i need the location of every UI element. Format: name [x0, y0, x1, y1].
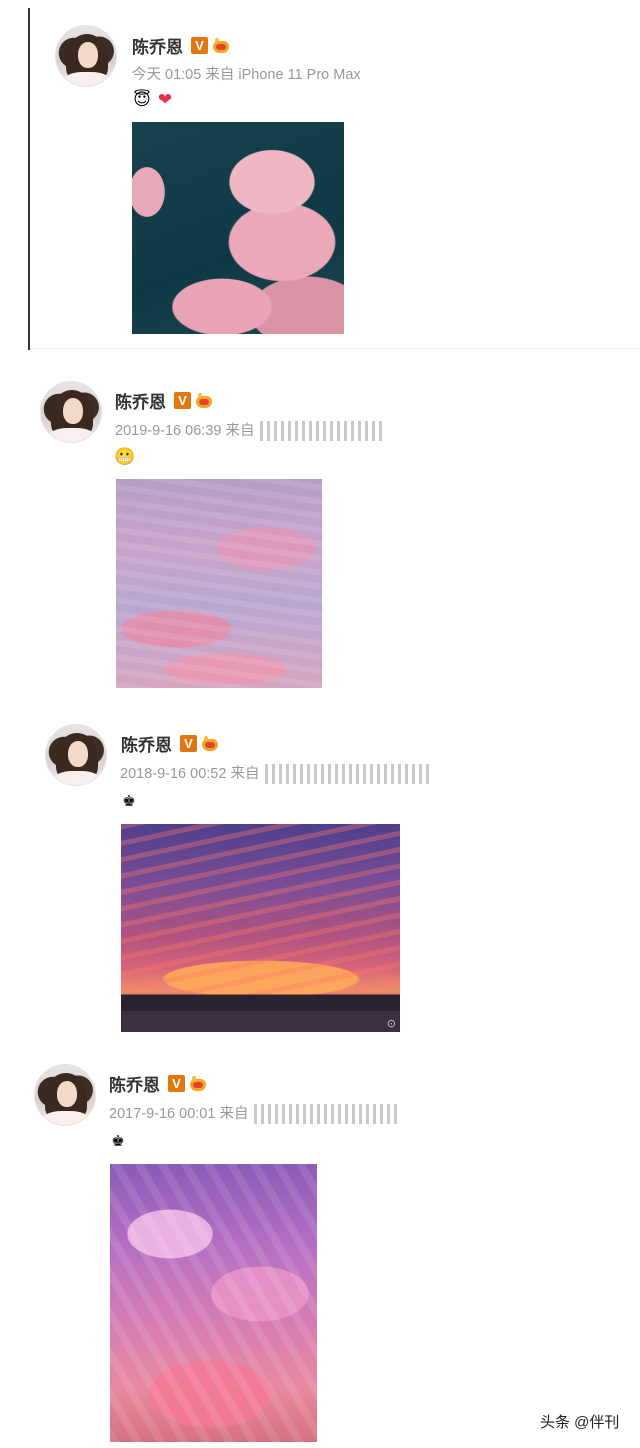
vip-crown-icon	[200, 735, 220, 753]
footer-brand: 头条 @伴刊	[540, 1414, 620, 1431]
post-divider	[30, 348, 640, 349]
source-prefix: 来自	[205, 67, 235, 83]
post-timestamp[interactable]: 2018-9-16 00:52	[120, 766, 226, 782]
post-content: ♚	[119, 792, 139, 812]
emoji-figure-icon: ♚	[122, 793, 136, 810]
vip-crown-icon	[211, 37, 231, 55]
left-border-rule	[28, 8, 30, 350]
avatar[interactable]	[55, 25, 117, 87]
post-image-1[interactable]	[132, 122, 344, 334]
heart-icon: ❤	[157, 90, 173, 109]
image-watermark-icon: ⊙	[386, 1018, 396, 1030]
obscured-source	[265, 764, 431, 785]
source-prefix: 来自	[230, 766, 260, 782]
user-name[interactable]: 陈乔恩	[115, 388, 166, 413]
avatar[interactable]	[45, 724, 107, 786]
post-content: 😇 ❤	[132, 90, 175, 110]
post-timestamp[interactable]: 今天 01:05	[132, 67, 201, 83]
avatar[interactable]	[34, 1064, 96, 1126]
post-timestamp[interactable]: 2017-9-16 00:01	[109, 1106, 215, 1122]
name-row: 陈乔恩 V	[132, 33, 231, 58]
vip-crown-icon	[194, 392, 214, 410]
obscured-source	[254, 1104, 400, 1125]
post-image-2[interactable]	[116, 479, 322, 688]
grimacing-face-icon: 😬	[114, 447, 136, 466]
post-meta: 2017-9-16 00:01 来自	[109, 1102, 400, 1125]
post-meta: 2018-9-16 00:52 来自	[120, 762, 431, 785]
post-image-4[interactable]	[110, 1164, 317, 1442]
post-content: 😬	[114, 447, 136, 467]
post-meta: 2019-9-16 06:39 来自	[115, 419, 383, 442]
post-content: ♚	[108, 1132, 128, 1152]
emoji-figure-icon: ♚	[111, 1133, 125, 1150]
post-timestamp[interactable]: 2019-9-16 06:39	[115, 423, 221, 439]
post-source: iPhone 11 Pro Max	[238, 67, 361, 83]
name-row: 陈乔恩 V	[121, 731, 220, 756]
smiling-face-with-halo-icon: 😇	[133, 90, 151, 109]
verified-badge: V	[180, 735, 197, 752]
post-meta: 今天 01:05 来自 iPhone 11 Pro Max	[132, 63, 361, 84]
source-prefix: 来自	[225, 423, 255, 439]
name-row: 陈乔恩 V	[115, 388, 214, 413]
user-name[interactable]: 陈乔恩	[109, 1071, 160, 1096]
vip-crown-icon	[188, 1075, 208, 1093]
verified-badge: V	[168, 1075, 185, 1092]
user-name[interactable]: 陈乔恩	[121, 731, 172, 756]
verified-badge: V	[191, 37, 208, 54]
obscured-source	[260, 421, 383, 442]
post-image-3[interactable]: ⊙	[121, 824, 400, 1032]
user-name[interactable]: 陈乔恩	[132, 33, 183, 58]
source-prefix: 来自	[219, 1106, 249, 1122]
name-row: 陈乔恩 V	[109, 1071, 208, 1096]
verified-badge: V	[174, 392, 191, 409]
avatar[interactable]	[40, 381, 102, 443]
